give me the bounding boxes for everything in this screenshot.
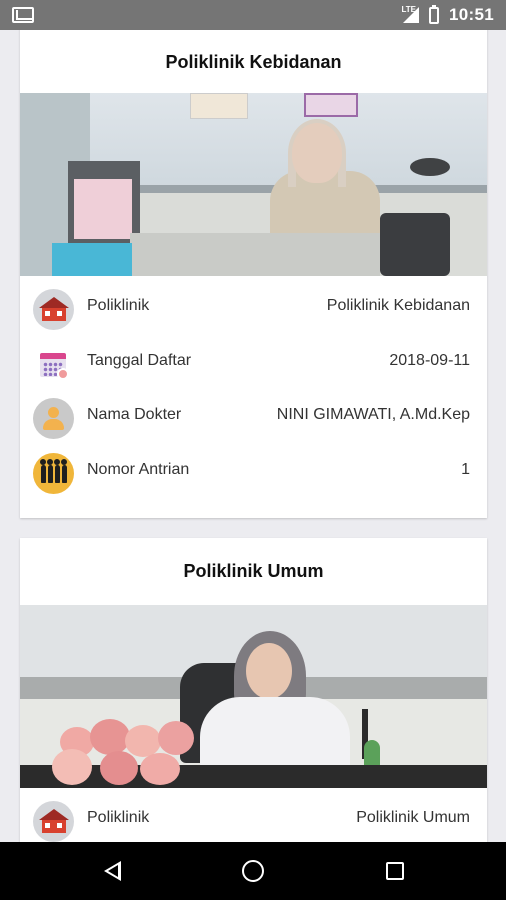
row-label: Nama Dokter: [87, 406, 182, 423]
home-button[interactable]: [213, 842, 293, 900]
back-button[interactable]: [72, 842, 152, 900]
row-label: Poliklinik: [87, 297, 150, 314]
card-title: Poliklinik Umum: [183, 561, 324, 581]
registration-list[interactable]: Poliklinik Kebidanan Poliklinik Poliklin…: [0, 30, 506, 842]
row-label: Poliklinik: [87, 809, 150, 826]
gmail-icon: [12, 7, 34, 23]
signal-icon: [403, 7, 420, 23]
recents-button[interactable]: [355, 842, 435, 900]
clinic-photo: [20, 93, 487, 276]
back-icon: [103, 861, 121, 881]
doctor-icon: [33, 398, 74, 439]
card-title: Poliklinik Kebidanan: [165, 52, 342, 72]
row-value: Poliklinik Kebidanan: [326, 297, 470, 314]
home-icon: [242, 860, 264, 882]
recents-icon: [386, 862, 404, 880]
registration-card[interactable]: Poliklinik Kebidanan Poliklinik Poliklin…: [20, 30, 487, 518]
row-value: NINI GIMAWATI, A.Md.Kep: [276, 406, 470, 423]
house-icon: [33, 801, 74, 842]
detail-row-poliklinik: Poliklinik Poliklinik Umum: [20, 792, 487, 842]
detail-row-dokter: Nama Dokter NINI GIMAWATI, A.Md.Kep: [20, 389, 487, 444]
house-icon: [33, 289, 74, 330]
detail-row-tanggal: Tanggal Daftar 2018-09-11: [20, 335, 487, 390]
row-label: Tanggal Daftar: [87, 351, 192, 369]
row-value: 1: [461, 460, 470, 478]
calendar-icon: [33, 343, 74, 385]
detail-row-antrian: Nomor Antrian 1: [20, 444, 487, 499]
battery-icon: [429, 4, 440, 24]
navigation-bar: [0, 842, 506, 900]
status-bar: LTE 10:51: [0, 0, 506, 30]
row-value: Poliklinik Umum: [356, 809, 470, 826]
row-value: 2018-09-11: [389, 351, 470, 369]
registration-card[interactable]: Poliklinik Umum Poliklinik Poliklinik Um…: [20, 538, 487, 842]
queue-icon: [33, 452, 74, 494]
row-label: Nomor Antrian: [87, 460, 190, 478]
detail-row-poliklinik: Poliklinik Poliklinik Kebidanan: [20, 280, 487, 335]
clock: 10:51: [449, 5, 494, 24]
clinic-photo: [20, 605, 487, 788]
